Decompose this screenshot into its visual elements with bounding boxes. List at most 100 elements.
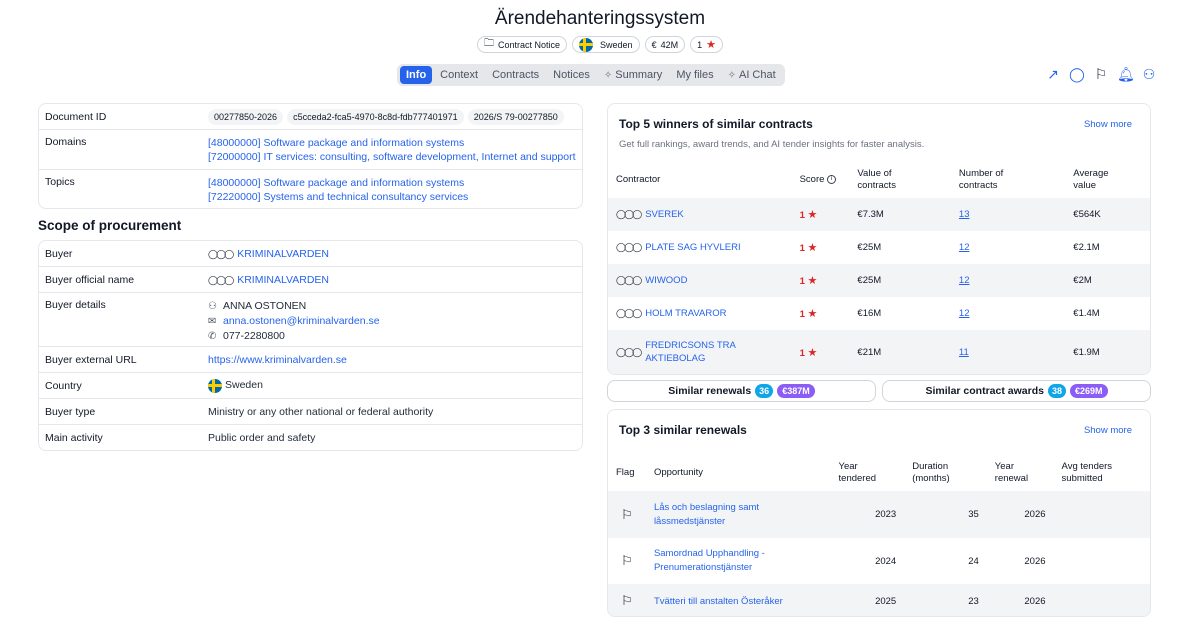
table-row: ◯◯◯ FREDRICSONS TRA AKTIEBOLAG 1 ★ €21M 1… bbox=[608, 330, 1150, 374]
sweden-flag-icon bbox=[208, 378, 222, 393]
company-icon: ◯◯◯ bbox=[616, 209, 642, 219]
count-link[interactable]: 11 bbox=[959, 347, 969, 358]
info-icon[interactable]: i bbox=[827, 174, 837, 184]
star-icon: ★ bbox=[807, 209, 818, 221]
similar-awards-button[interactable]: Similar contract awards 38 €269M bbox=[882, 380, 1151, 402]
country-label: Country bbox=[45, 379, 82, 392]
score-value: 1 bbox=[799, 210, 805, 221]
count-link[interactable]: 12 bbox=[959, 242, 970, 253]
official-link[interactable]: KRIMINALVARDEN bbox=[237, 274, 329, 286]
folder-icon: 🗀 bbox=[484, 38, 494, 49]
official-row: Buyer official name ◯◯◯ KRIMINALVARDEN bbox=[39, 267, 582, 293]
comment-icon[interactable]: ◯ bbox=[1069, 66, 1085, 82]
count-link[interactable]: 13 bbox=[959, 209, 970, 220]
tab-notices[interactable]: Notices bbox=[547, 66, 596, 84]
tab-contracts[interactable]: Contracts bbox=[486, 66, 545, 84]
table-row: ⚐ Tvätteri till anstalten Österåker 2025… bbox=[608, 584, 1150, 616]
year-cell: 2024 bbox=[875, 555, 897, 567]
number-header-l1: Number of bbox=[958, 168, 1004, 179]
avg-tenders-header-l2: submitted bbox=[1061, 472, 1103, 484]
value-cell: €16M bbox=[857, 308, 882, 319]
company-icon: ◯◯◯ bbox=[208, 274, 234, 285]
bell-icon[interactable]: 🔔︎ bbox=[1117, 66, 1135, 82]
company-icon: ◯◯◯ bbox=[616, 275, 642, 285]
tab-context[interactable]: Context bbox=[434, 66, 484, 84]
score-value: 1 bbox=[799, 309, 805, 320]
renewals-title: Top 3 similar renewals bbox=[619, 423, 747, 437]
share-icon[interactable]: ↗ bbox=[1045, 66, 1061, 82]
header-actions: ↗ ◯ ⚐ 🔔︎ ⚇ bbox=[1045, 66, 1157, 82]
value-header: Value of contracts bbox=[849, 162, 951, 198]
sparkle-icon: ✧ bbox=[603, 69, 613, 81]
doc-id-row: Document ID 00277850-2026 c5cceda2-fca5-4… bbox=[39, 104, 582, 130]
type-label: Buyer type bbox=[45, 405, 96, 418]
buyer-link[interactable]: KRIMINALVARDEN bbox=[237, 248, 329, 260]
avg-header: Average value bbox=[1065, 162, 1150, 198]
official-label: Buyer official name bbox=[45, 273, 135, 286]
activity-label: Main activity bbox=[45, 432, 103, 444]
year-header-l2: tendered bbox=[838, 472, 877, 484]
avg-cell: €2.1M bbox=[1073, 242, 1100, 253]
table-row: ⚐ Lås och beslagning samt låssmedstjänst… bbox=[608, 491, 1150, 538]
similar-awards-label: Similar contract awards bbox=[925, 385, 1044, 397]
awards-count-badge: 38 bbox=[1047, 384, 1066, 398]
contractor-link[interactable]: PLATE SAG HYVLERI bbox=[645, 242, 740, 253]
activity-value: Public order and safety bbox=[208, 432, 316, 444]
opportunity-link[interactable]: Tvätteri till anstalten Österåker bbox=[654, 596, 783, 607]
tab-my-files[interactable]: My files bbox=[670, 66, 719, 84]
tab-notices-label: Notices bbox=[553, 69, 590, 81]
tab-ai-chat[interactable]: ✧ AI Chat bbox=[722, 66, 782, 84]
contractor-link[interactable]: WIWOOD bbox=[645, 275, 687, 286]
flag-icon[interactable]: ⚐ bbox=[621, 593, 633, 608]
opportunity-header: Opportunity bbox=[653, 466, 704, 478]
duration-cell: 35 bbox=[904, 491, 987, 538]
doc-id-pill[interactable]: 2026/S 79-00277850 bbox=[467, 108, 564, 125]
count-link[interactable]: 12 bbox=[959, 308, 970, 319]
score-value: 1 bbox=[799, 276, 805, 287]
country-value: Sweden bbox=[225, 379, 263, 392]
user-icon: ⚇ bbox=[208, 301, 217, 312]
details-label: Buyer details bbox=[45, 299, 106, 311]
winners-show-more-link[interactable]: Show more bbox=[1084, 119, 1132, 130]
opportunity-link[interactable]: Samordnad Upphandling - Prenumerationstj… bbox=[654, 547, 794, 575]
count-link[interactable]: 12 bbox=[959, 275, 970, 286]
avg-cell: €1.4M bbox=[1073, 308, 1100, 319]
flag-icon[interactable]: ⚐ bbox=[1093, 66, 1109, 82]
opportunity-link[interactable]: Lås och beslagning samt låssmedstjänster bbox=[654, 501, 784, 529]
renewals-show-more-link[interactable]: Show more bbox=[1084, 425, 1132, 436]
doc-id-pill[interactable]: c5cceda2-fca5-4970-8c8d-fdb777401971 bbox=[287, 108, 464, 125]
contractor-link[interactable]: SVEREK bbox=[645, 209, 684, 220]
tab-summary[interactable]: ✧ Summary bbox=[598, 66, 668, 84]
company-icon: ◯◯◯ bbox=[616, 242, 642, 252]
country-chip-label: Sweden bbox=[600, 39, 633, 50]
contractor-link[interactable]: HOLM TRAVAROR bbox=[645, 308, 726, 319]
contact-name: ANNA OSTONEN bbox=[223, 300, 307, 312]
url-label: Buyer external URL bbox=[45, 353, 137, 366]
similar-renewals-button[interactable]: Similar renewals 36 €387M bbox=[607, 380, 876, 402]
domain-link[interactable]: [72000000] IT services: consulting, soft… bbox=[208, 150, 576, 164]
sparkle-icon: ✧ bbox=[727, 69, 736, 81]
buyer-label: Buyer bbox=[45, 247, 73, 260]
topic-link[interactable]: [72220000] Systems and technical consult… bbox=[208, 190, 468, 204]
type-value: Ministry or any other national or federa… bbox=[208, 405, 434, 418]
similar-renewals-label: Similar renewals bbox=[668, 385, 752, 397]
table-row: ◯◯◯ WIWOOD 1 ★ €25M 12 €2M bbox=[608, 264, 1150, 297]
contractor-link[interactable]: FREDRICSONS TRA AKTIEBOLAG bbox=[645, 339, 745, 365]
domain-link[interactable]: [48000000] Software package and informat… bbox=[208, 136, 576, 150]
tab-info[interactable]: Info bbox=[400, 66, 433, 84]
buyer-url-link[interactable]: https://www.kriminalvarden.se bbox=[208, 354, 347, 366]
contact-email-link[interactable]: anna.ostonen@kriminalvarden.se bbox=[223, 315, 380, 327]
tab-context-label: Context bbox=[440, 69, 479, 81]
renewals-value-badge: €387M bbox=[777, 384, 815, 398]
winners-subtitle: Get full rankings, award trends, and AI … bbox=[619, 139, 925, 150]
value-cell: €21M bbox=[849, 330, 951, 374]
add-user-icon[interactable]: ⚇ bbox=[1141, 66, 1157, 82]
flag-icon[interactable]: ⚐ bbox=[621, 507, 633, 522]
flag-icon[interactable]: ⚐ bbox=[621, 553, 633, 568]
renewals-count-badge: 36 bbox=[755, 384, 774, 398]
renewals-card: Top 3 similar renewals Show more Flag Op… bbox=[607, 409, 1151, 617]
doc-id-pill[interactable]: 00277850-2026 bbox=[208, 108, 284, 125]
topic-link[interactable]: [48000000] Software package and informat… bbox=[208, 176, 468, 190]
avg-cell: €564K bbox=[1065, 198, 1150, 231]
renewal-header: Year renewal bbox=[987, 454, 1054, 491]
